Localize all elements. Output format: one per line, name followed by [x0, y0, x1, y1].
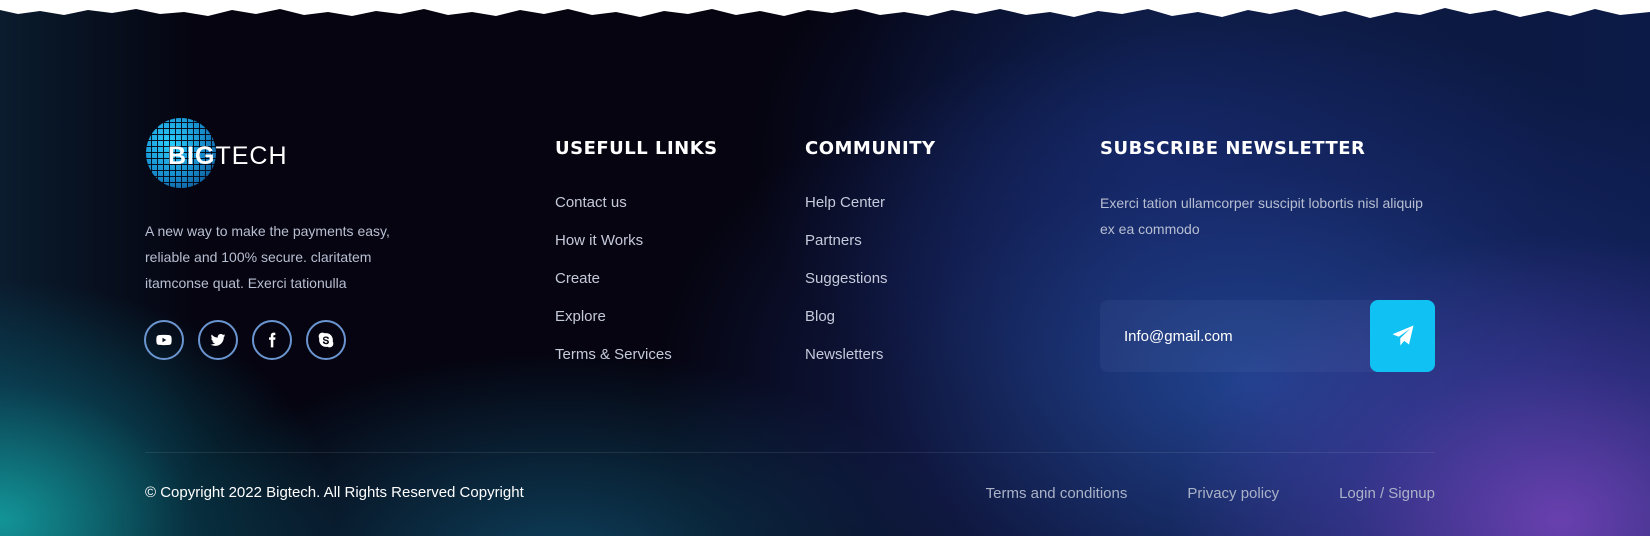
community-list: Help Center Partners Suggestions Blog Ne…: [805, 190, 888, 380]
twitter-icon: [210, 334, 226, 346]
link-contact-us[interactable]: Contact us: [555, 190, 672, 228]
facebook-icon: [269, 332, 276, 348]
link-terms-services[interactable]: Terms & Services: [555, 342, 672, 380]
paper-plane-icon: [1392, 325, 1413, 346]
useful-links-title: USEFULL LINKS: [555, 138, 718, 159]
footer: BIGTECH A new way to make the payments e…: [0, 0, 1650, 536]
link-how-it-works[interactable]: How it Works: [555, 228, 672, 266]
skype-button[interactable]: [306, 320, 346, 360]
email-input[interactable]: [1100, 300, 1370, 372]
link-explore[interactable]: Explore: [555, 304, 672, 342]
about-text: A new way to make the payments easy, rel…: [145, 223, 390, 291]
copyright-text: © Copyright 2022 Bigtech. All Rights Res…: [145, 484, 524, 501]
subscribe-form: [1100, 300, 1435, 372]
link-suggestions[interactable]: Suggestions: [805, 266, 888, 304]
brand-logo[interactable]: BIGTECH: [146, 118, 288, 192]
subscribe-button[interactable]: [1370, 300, 1435, 372]
community-title: COMMUNITY: [805, 138, 936, 159]
skype-icon: [318, 332, 334, 348]
footer-divider: [145, 452, 1435, 453]
link-newsletters[interactable]: Newsletters: [805, 342, 888, 380]
youtube-button[interactable]: [144, 320, 184, 360]
link-partners[interactable]: Partners: [805, 228, 888, 266]
social-links: [144, 320, 346, 360]
newsletter-description: Exerci tation ullamcorper suscipit lobor…: [1100, 195, 1423, 237]
link-help-center[interactable]: Help Center: [805, 190, 888, 228]
twitter-button[interactable]: [198, 320, 238, 360]
legal-links: Terms and conditions Privacy policy Logi…: [986, 485, 1435, 502]
link-privacy-policy[interactable]: Privacy policy: [1187, 485, 1279, 502]
link-create[interactable]: Create: [555, 266, 672, 304]
link-terms-conditions[interactable]: Terms and conditions: [986, 485, 1128, 502]
torn-paper-edge: [0, 0, 1650, 18]
facebook-button[interactable]: [252, 320, 292, 360]
useful-links-list: Contact us How it Works Create Explore T…: [555, 190, 672, 380]
logo-wordmark: BIGTECH: [168, 142, 288, 170]
youtube-icon: [156, 334, 172, 346]
link-blog[interactable]: Blog: [805, 304, 888, 342]
newsletter-title: SUBSCRIBE NEWSLETTER: [1100, 138, 1366, 159]
link-login-signup[interactable]: Login / Signup: [1339, 485, 1435, 502]
